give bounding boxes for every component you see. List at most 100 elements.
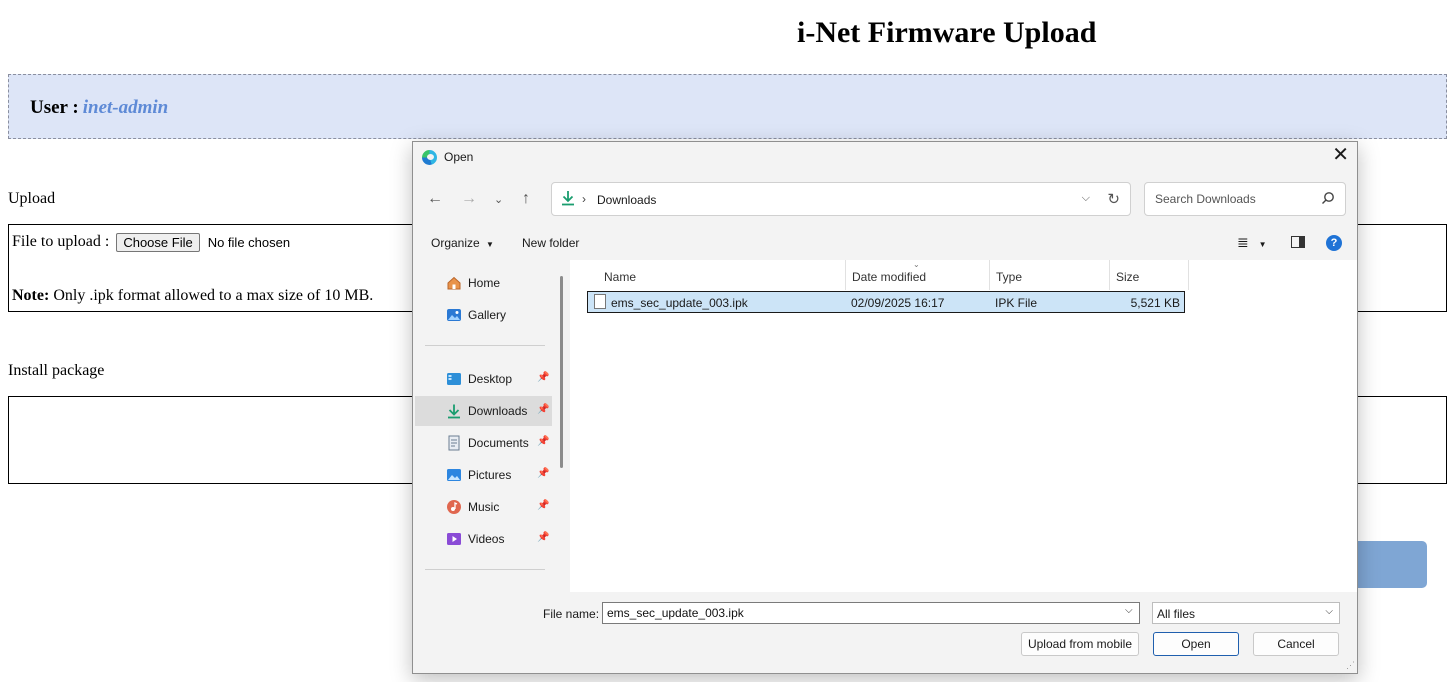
- page-title: i-Net Firmware Upload: [797, 16, 1097, 49]
- nav-divider: [425, 569, 545, 570]
- pin-icon[interactable]: 📌: [537, 532, 549, 543]
- column-header-name[interactable]: Name: [604, 270, 636, 284]
- user-name: inet-admin: [82, 97, 169, 118]
- back-icon[interactable]: ←: [427, 190, 443, 208]
- install-section-title: Install package: [8, 362, 105, 379]
- resize-grip-icon[interactable]: ⋰: [1346, 660, 1355, 671]
- file-upload-row: File to upload : Choose File No file cho…: [12, 233, 290, 252]
- new-folder-button[interactable]: New folder: [522, 236, 579, 250]
- file-row[interactable]: ems_sec_update_003.ipk 02/09/2025 16:17 …: [587, 291, 1185, 313]
- column-separator[interactable]: [845, 260, 846, 290]
- open-file-dialog: Open ✕ ← → ⌄ ↑ › Downloads ⌵ ↻ Organize …: [412, 141, 1358, 674]
- chevron-down-icon: ▼: [1258, 240, 1267, 249]
- close-icon[interactable]: ✕: [1332, 145, 1349, 165]
- downloads-icon: [562, 191, 574, 206]
- home-icon: [447, 276, 461, 290]
- search-input[interactable]: [1153, 191, 1313, 207]
- nav-item-label: Downloads: [468, 404, 528, 418]
- nav-item-downloads[interactable]: Downloads 📌: [415, 396, 552, 426]
- user-bar: User : inet-admin: [8, 74, 1447, 139]
- downloads-icon: [448, 404, 460, 419]
- column-separator[interactable]: [989, 260, 990, 290]
- nav-item-label: Gallery: [468, 308, 507, 322]
- edge-icon: [422, 150, 437, 165]
- note-text: Only .ipk format allowed to a max size o…: [49, 287, 374, 304]
- forward-icon[interactable]: →: [461, 190, 477, 208]
- nav-item-label: Documents: [468, 436, 529, 450]
- dialog-titlebar: Open ✕: [413, 142, 1357, 172]
- videos-icon: [447, 533, 461, 545]
- pin-icon[interactable]: 📌: [537, 372, 549, 383]
- help-icon[interactable]: ?: [1326, 235, 1342, 251]
- column-header-date[interactable]: Date modified: [852, 270, 926, 284]
- file-name: ems_sec_update_003.ipk: [611, 296, 748, 310]
- file-to-upload-label: File to upload :: [12, 233, 110, 251]
- upload-section-title: Upload: [8, 190, 56, 207]
- file-list: Name ⌄ Date modified Type Size ems_sec_u…: [570, 260, 1357, 592]
- upload-note: Note: Only .ipk format allowed to a max …: [12, 287, 373, 305]
- refresh-icon[interactable]: ↻: [1107, 190, 1120, 208]
- column-header-type[interactable]: Type: [996, 270, 1022, 284]
- dialog-title: Open: [444, 150, 474, 164]
- breadcrumb-downloads[interactable]: Downloads: [597, 193, 656, 207]
- nav-item-label: Videos: [468, 532, 505, 546]
- choose-file-button[interactable]: Choose File: [116, 233, 200, 252]
- list-view-icon: ≣: [1237, 234, 1249, 250]
- column-header-size[interactable]: Size: [1116, 270, 1139, 284]
- pictures-icon: [447, 469, 461, 481]
- column-separator[interactable]: [1188, 260, 1189, 290]
- pin-icon[interactable]: 📌: [537, 500, 549, 511]
- filter-value: All files: [1157, 607, 1196, 621]
- column-separator[interactable]: [1109, 260, 1110, 290]
- search-icon[interactable]: [1321, 191, 1335, 205]
- chevron-down-icon[interactable]: ⌵: [1125, 605, 1133, 616]
- documents-icon: [448, 435, 460, 451]
- nav-item-videos[interactable]: Videos 📌: [415, 524, 552, 554]
- nav-item-pictures[interactable]: Pictures 📌: [415, 460, 552, 490]
- user-label-text: User :: [30, 97, 79, 118]
- chevron-down-icon: ⌵: [1325, 606, 1333, 617]
- nav-divider: [425, 345, 545, 346]
- nav-item-home[interactable]: Home: [415, 268, 552, 298]
- preview-pane-icon[interactable]: [1291, 236, 1305, 248]
- recent-locations-icon[interactable]: ⌄: [494, 193, 503, 206]
- user-label: User : inet-admin: [30, 97, 168, 119]
- nav-scrollbar[interactable]: [560, 276, 563, 468]
- dialog-toolbar: Organize ▼ New folder ≣ ▼ ?: [413, 230, 1357, 256]
- pin-icon[interactable]: 📌: [537, 404, 549, 415]
- nav-item-label: Desktop: [468, 372, 513, 386]
- nav-item-music[interactable]: Music 📌: [415, 492, 552, 522]
- upload-from-mobile-button[interactable]: Upload from mobile: [1021, 632, 1139, 656]
- open-button[interactable]: Open: [1153, 632, 1239, 656]
- nav-item-label: Music: [468, 500, 500, 514]
- up-icon[interactable]: ↑: [522, 190, 530, 208]
- nav-item-label: Home: [468, 276, 501, 290]
- sort-caret-icon: ⌄: [913, 260, 920, 269]
- navigation-pane: Home Gallery Desktop 📌 Downloads 📌 Docum…: [415, 260, 555, 592]
- desktop-icon: [447, 373, 461, 385]
- address-bar[interactable]: › Downloads ⌵ ↻: [551, 182, 1131, 216]
- nav-item-gallery[interactable]: Gallery: [415, 300, 552, 330]
- gallery-icon: [447, 309, 461, 321]
- file-type: IPK File: [995, 296, 1038, 310]
- pin-icon[interactable]: 📌: [537, 468, 549, 479]
- breadcrumb-chevron-icon: ›: [582, 192, 586, 206]
- music-icon: [447, 500, 461, 514]
- organize-label: Organize: [431, 236, 480, 250]
- nav-item-documents[interactable]: Documents 📌: [415, 428, 552, 458]
- nav-item-desktop[interactable]: Desktop 📌: [415, 364, 552, 394]
- chevron-down-icon[interactable]: ⌵: [1082, 192, 1090, 205]
- organize-button[interactable]: Organize ▼: [431, 236, 494, 250]
- search-box[interactable]: [1144, 182, 1346, 216]
- no-file-text: No file chosen: [207, 235, 291, 250]
- pin-icon[interactable]: 📌: [537, 436, 549, 447]
- file-icon: [594, 294, 606, 309]
- file-size: 5,521 KB: [1130, 296, 1180, 310]
- nav-item-label: Pictures: [468, 468, 512, 482]
- cancel-button[interactable]: Cancel: [1253, 632, 1339, 656]
- view-options-button[interactable]: ≣ ▼: [1237, 234, 1267, 251]
- file-name-input[interactable]: [602, 602, 1140, 624]
- note-label: Note:: [12, 287, 50, 304]
- file-date: 02/09/2025 16:17: [851, 296, 945, 310]
- file-type-filter[interactable]: All files ⌵: [1152, 602, 1340, 624]
